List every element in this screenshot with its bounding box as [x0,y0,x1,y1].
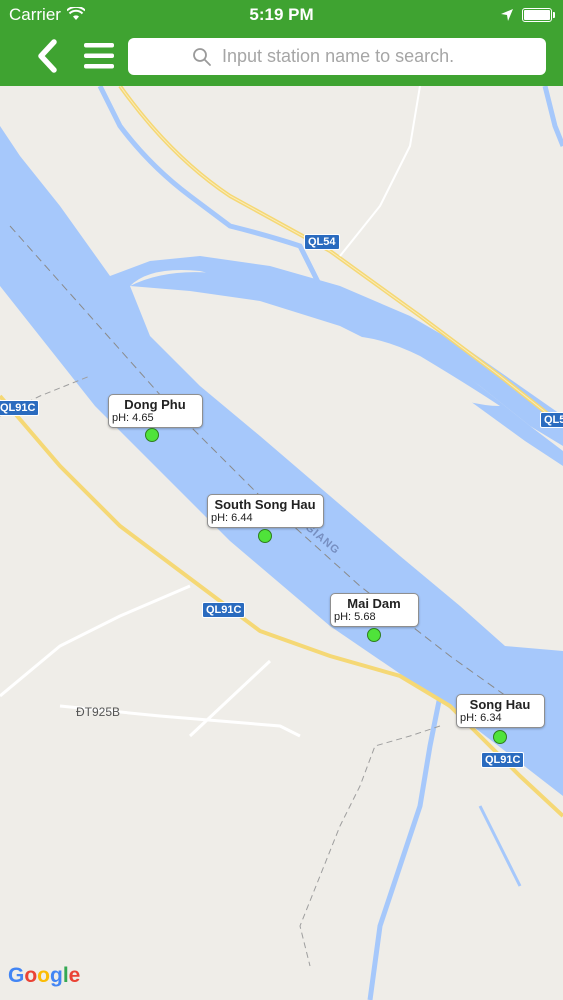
station-callout-mai-dam[interactable]: Mai Dam pH: 5.68 [330,593,419,627]
station-marker-south-song-hau[interactable] [258,529,272,543]
map-view[interactable]: QL54 QL91C QL91C QL91C QL5 ĐT925B NG GIA… [0,86,563,1000]
station-marker-mai-dam[interactable] [367,628,381,642]
place-label-dt925b: ĐT925B [76,705,121,719]
navigation-bar: Carrier 5:19 PM [0,0,563,86]
station-callout-dong-phu[interactable]: Dong Phu pH: 4.65 [108,394,203,428]
chevron-left-icon [38,39,57,73]
road-label-ql91c-center: QL91C [202,602,246,618]
google-logo: Google [8,964,81,987]
station-ph: pH: 6.44 [211,512,253,524]
road-label-ql5: QL5 [540,412,563,428]
station-ph: pH: 4.65 [112,412,154,424]
back-button[interactable] [34,38,62,74]
station-callout-song-hau[interactable]: Song Hau pH: 6.34 [456,694,545,728]
status-time: 5:19 PM [249,5,314,24]
battery-icon [522,8,555,22]
station-name: Dong Phu [124,397,186,412]
search-input[interactable] [222,42,532,70]
station-ph: pH: 5.68 [334,611,376,623]
station-name: Song Hau [469,697,531,712]
station-callout-south-song-hau[interactable]: South Song Hau pH: 6.44 [207,494,324,528]
road-label-ql54: QL54 [304,234,340,250]
search-icon [192,47,212,72]
menu-button[interactable] [82,41,116,71]
road-label-ql91c-east: QL91C [481,752,525,768]
location-arrow-icon [500,7,514,27]
search-bar[interactable] [128,38,546,75]
road-label-ql91c-west: QL91C [0,400,40,416]
station-ph: pH: 6.34 [460,712,502,724]
map-base [0,86,563,1000]
station-name: South Song Hau [214,497,316,512]
hamburger-menu-icon [84,43,114,69]
station-name: Mai Dam [347,596,401,611]
station-marker-dong-phu[interactable] [145,428,159,442]
status-bar: Carrier 5:19 PM [0,0,563,30]
station-marker-song-hau[interactable] [493,730,507,744]
